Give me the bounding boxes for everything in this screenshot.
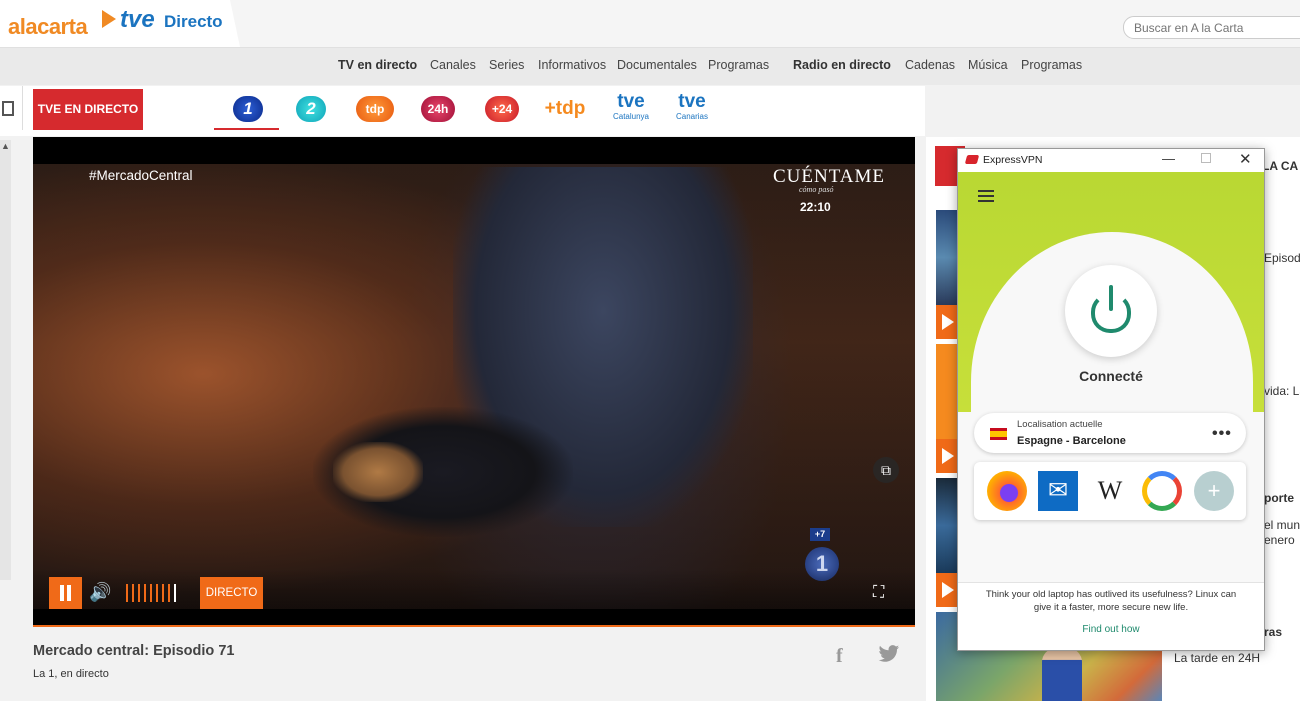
channel-plustdp-logo[interactable]: +tdp [541,96,589,122]
catalunya-label: Catalunya [612,112,650,121]
channel-la2-logo[interactable]: 2 [296,96,326,122]
nav-tv-en-directo[interactable]: TV en directo [338,58,417,72]
scrollbar[interactable] [0,140,11,580]
wikipedia-icon[interactable]: W [1090,471,1130,511]
channel-tve-catalunya-logo[interactable]: tve Catalunya [611,91,651,122]
location-value: Espagne - Barcelone [1017,435,1126,447]
promo-text: Think your old laptop has outlived its u… [985,589,1237,613]
panel-icon [2,101,14,116]
logo-directo[interactable]: Directo [164,12,223,32]
right-item-text[interactable]: porte [1264,491,1294,505]
logo-tve[interactable]: tve [120,6,155,34]
firefox-icon[interactable] [987,471,1027,511]
nav-radio-en-directo[interactable]: Radio en directo [793,58,891,72]
video-title: Mercado central: Episodio 71 [33,643,235,659]
channel-tve-canarias-logo[interactable]: tve Canarias [672,91,712,122]
nav-programas-radio[interactable]: Programas [1021,58,1082,72]
vpn-title: ExpressVPN [983,154,1043,166]
power-icon-bar [1109,285,1113,311]
expressvpn-logo-icon [964,155,980,164]
show-logo-subtitle: cómo pasó [799,185,834,194]
google-icon[interactable] [1142,471,1182,511]
nav-series[interactable]: Series [489,58,524,72]
nav-documentales[interactable]: Documentales [617,58,697,72]
search-box[interactable] [1123,16,1300,39]
broadcast-clock: 22:10 [800,200,831,214]
mail-icon[interactable]: ✉ [1038,471,1078,511]
main-nav: TV en directo Canales Series Informativo… [0,48,1300,85]
location-label: Localisation actuelle [1017,419,1103,430]
more-options-icon[interactable]: ••• [1212,425,1232,443]
weather-presenter [1042,648,1082,701]
nav-canales[interactable]: Canales [430,58,476,72]
tve-wordmark: tve [678,91,706,112]
maximize-button[interactable] [1201,153,1211,163]
pause-button[interactable] [49,577,82,609]
age-rating-badge: +7 [810,528,830,541]
spain-flag-icon [990,428,1007,440]
video-player[interactable]: #MercadoCentral CUÉNTAME cómo pasó 22:10… [33,137,915,627]
right-item-text[interactable]: La tarde en 24H [1174,651,1260,665]
right-section-title: LA CA [1262,159,1299,173]
right-item-text[interactable]: Episod [1264,251,1300,265]
channel-24h-logo[interactable]: 24h [421,96,455,122]
nav-cadenas[interactable]: Cadenas [905,58,955,72]
logo-alacarta[interactable]: alacarta [8,14,88,40]
video-fur-hood [333,442,423,502]
canarias-label: Canarias [675,112,708,121]
tve-wordmark: tve [617,91,645,112]
volume-slider[interactable] [126,584,178,602]
right-item-text[interactable]: vida: La [1264,384,1300,398]
nav-programas-tv[interactable]: Programas [708,58,769,72]
add-shortcut-icon[interactable]: + [1194,471,1234,511]
directo-button[interactable]: DIRECTO [200,577,263,609]
channel-tdp-logo[interactable]: tdp [356,96,394,122]
find-out-how-link[interactable]: Find out how [958,624,1264,635]
tve-en-directo-button[interactable]: TVE EN DIRECTO [33,89,143,130]
connection-status: Connecté [1079,368,1143,384]
minimize-button[interactable]: — [1162,151,1175,166]
right-item-text[interactable]: enero [1264,533,1295,547]
nav-musica[interactable]: Música [968,58,1008,72]
facebook-icon[interactable]: f [836,645,843,668]
close-button[interactable]: ✕ [1239,150,1252,168]
logo-arrow-icon [102,10,116,28]
channel-la1-logo[interactable]: 1 [233,96,263,122]
twitter-icon[interactable] [878,644,900,664]
vpn-window[interactable]: ExpressVPN — ✕ Connecté Localisation act… [957,148,1265,651]
video-subtitle: La 1, en directo [33,668,109,680]
right-item-text[interactable]: el mun [1264,518,1300,532]
hamburger-menu-icon[interactable] [978,190,994,202]
right-item-text[interactable]: ras [1264,625,1282,639]
search-input[interactable] [1132,20,1296,36]
location-card[interactable] [974,413,1246,453]
scroll-up-icon[interactable]: ▲ [1,141,10,151]
channel-plus24-logo[interactable]: +24 [485,96,519,122]
fullscreen-icon[interactable]: ⛶ [873,584,884,602]
active-channel-indicator [214,128,279,130]
progress-bar[interactable] [33,625,915,627]
volume-icon[interactable]: 🔊 [89,582,111,603]
hashtag-overlay: #MercadoCentral [89,168,193,183]
nav-informativos[interactable]: Informativos [538,58,606,72]
picture-in-picture-icon[interactable]: ⧉ [873,457,899,483]
